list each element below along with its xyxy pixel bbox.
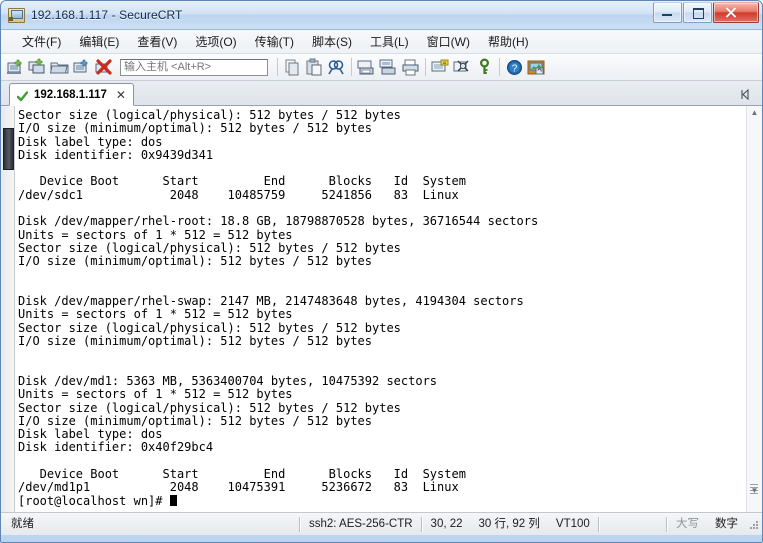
- terminal-line: /dev/sdc1 2048 10485759 5241856 83 Linux: [18, 187, 459, 202]
- terminal-line: Sector size (logical/physical): 512 byte…: [18, 320, 401, 335]
- menu-script[interactable]: 脚本(S): [303, 31, 361, 52]
- terminal-line: Disk /dev/md1: 5363 MB, 5363400704 bytes…: [18, 373, 438, 388]
- terminal-prompt: [root@localhost wn]#: [18, 493, 170, 508]
- status-cursor-position: 30, 22: [430, 518, 463, 530]
- terminal-line: Sector size (logical/physical): 512 byte…: [18, 108, 401, 122]
- toolbar-separator: [351, 58, 352, 76]
- scroll-up-icon[interactable]: ▲: [747, 106, 762, 120]
- print-icon[interactable]: [400, 57, 421, 78]
- menu-transfer[interactable]: 传输(T): [246, 31, 303, 52]
- terminal-line: Disk /dev/mapper/rhel-swap: 2147 MB, 214…: [18, 294, 524, 309]
- terminal-left-scrollbar[interactable]: [1, 106, 15, 512]
- menu-view[interactable]: 查看(V): [128, 31, 186, 52]
- status-emulation: VT100: [555, 518, 590, 530]
- securecrt-window: 192.168.1.117 - SecureCRT 文件(F) 编辑(E) 查看…: [0, 0, 763, 543]
- print-screen-icon[interactable]: [356, 57, 377, 78]
- terminal-prompt-line: [root@localhost wn]#: [18, 493, 746, 508]
- terminal-line: I/O size (minimum/optimal): 512 bytes / …: [18, 121, 373, 136]
- terminal-line: Sector size (logical/physical): 512 byte…: [18, 240, 401, 255]
- toolbar: ?: [1, 54, 762, 81]
- scrollbar-thumb[interactable]: [3, 128, 14, 170]
- resize-grip-icon[interactable]: [746, 517, 760, 531]
- minimize-button[interactable]: [653, 2, 682, 23]
- scroll-down-icon[interactable]: ▼: [747, 484, 762, 498]
- tab-bar: 192.168.1.117 ✕: [1, 81, 762, 106]
- terminal-right-scrollbar[interactable]: ▲ ▼: [746, 106, 762, 512]
- menu-help[interactable]: 帮助(H): [479, 31, 538, 52]
- block-cursor: [169, 494, 177, 506]
- terminal-line: Units = sectors of 1 * 512 = 512 bytes: [18, 307, 293, 322]
- help-icon[interactable]: ?: [504, 57, 525, 78]
- copy-icon[interactable]: [282, 57, 303, 78]
- terminal-line: Units = sectors of 1 * 512 = 512 bytes: [18, 227, 293, 242]
- close-button[interactable]: [713, 2, 759, 23]
- status-ready: 就绪: [11, 518, 34, 530]
- toolbar-separator: [425, 58, 426, 76]
- securecrt-icon: [7, 6, 25, 24]
- terminal-area: Sector size (logical/physical): 512 byte…: [1, 106, 762, 512]
- terminal-line: Units = sectors of 1 * 512 = 512 bytes: [18, 387, 293, 402]
- tab-label: 192.168.1.117: [34, 88, 107, 101]
- tab-192-168-1-117[interactable]: 192.168.1.117 ✕: [9, 83, 134, 106]
- clone-session-icon[interactable]: [27, 57, 48, 78]
- menu-tools[interactable]: 工具(L): [361, 31, 418, 52]
- menu-window[interactable]: 窗口(W): [418, 31, 479, 52]
- host-input[interactable]: [120, 58, 268, 76]
- new-session-icon[interactable]: [5, 57, 26, 78]
- terminal-line: Disk identifier: 0x40f29bc4: [18, 440, 214, 455]
- terminal-line: /dev/md1p1 2048 10475391 5236672 83 Linu…: [18, 480, 459, 495]
- toolbar-separator: [499, 58, 500, 76]
- session-options-icon[interactable]: [430, 57, 451, 78]
- tab-close-icon[interactable]: ✕: [115, 89, 127, 101]
- status-protocol: ssh2: AES-256-CTR: [309, 518, 413, 530]
- terminal-line: Sector size (logical/physical): 512 byte…: [18, 400, 401, 415]
- menu-bar: 文件(F) 编辑(E) 查看(V) 选项(O) 传输(T) 脚本(S) 工具(L…: [1, 30, 762, 54]
- key-icon[interactable]: [474, 57, 495, 78]
- status-dimensions: 30 行, 92 列: [478, 518, 540, 530]
- connected-check-icon: [16, 89, 29, 102]
- connect-sftp-icon[interactable]: [71, 57, 92, 78]
- menu-file[interactable]: 文件(F): [13, 31, 70, 52]
- terminal-line: Device Boot Start End Blocks Id System: [18, 174, 466, 189]
- log-session-icon[interactable]: [378, 57, 399, 78]
- status-caps-lock: 大写: [676, 518, 699, 530]
- disconnect-icon[interactable]: [93, 57, 114, 78]
- terminal-line: I/O size (minimum/optimal): 512 bytes / …: [18, 413, 373, 428]
- status-bar: 就绪 ssh2: AES-256-CTR 30, 22 30 行, 92 列 V…: [1, 512, 762, 535]
- status-divider: [597, 516, 600, 532]
- terminal-line: Disk label type: dos: [18, 427, 163, 442]
- status-num-lock: 数字: [715, 518, 738, 530]
- window-title: 192.168.1.117 - SecureCRT: [31, 8, 183, 22]
- terminal-output[interactable]: Sector size (logical/physical): 512 byte…: [15, 106, 746, 512]
- maximize-button[interactable]: [683, 2, 712, 23]
- terminal-line: Disk /dev/mapper/rhel-root: 18.8 GB, 187…: [18, 214, 539, 229]
- terminal-line: Disk identifier: 0x9439d341: [18, 147, 214, 162]
- open-session-icon[interactable]: [49, 57, 70, 78]
- paste-icon[interactable]: [304, 57, 325, 78]
- terminal-line: Disk label type: dos: [18, 134, 163, 149]
- scroll-left-icon[interactable]: [740, 88, 752, 101]
- terminal-line: I/O size (minimum/optimal): 512 bytes / …: [18, 254, 373, 269]
- transfer-window-icon[interactable]: [526, 57, 547, 78]
- menu-options[interactable]: 选项(O): [186, 31, 245, 52]
- title-bar: 192.168.1.117 - SecureCRT: [1, 1, 762, 30]
- menu-edit[interactable]: 编辑(E): [70, 31, 128, 52]
- window-controls: [653, 2, 759, 23]
- terminal-line: Device Boot Start End Blocks Id System: [18, 467, 466, 482]
- svg-text:?: ?: [512, 63, 518, 74]
- toolbar-separator: [277, 58, 278, 76]
- terminal-line: I/O size (minimum/optimal): 512 bytes / …: [18, 334, 373, 349]
- global-options-icon[interactable]: [452, 57, 473, 78]
- find-icon[interactable]: [326, 57, 347, 78]
